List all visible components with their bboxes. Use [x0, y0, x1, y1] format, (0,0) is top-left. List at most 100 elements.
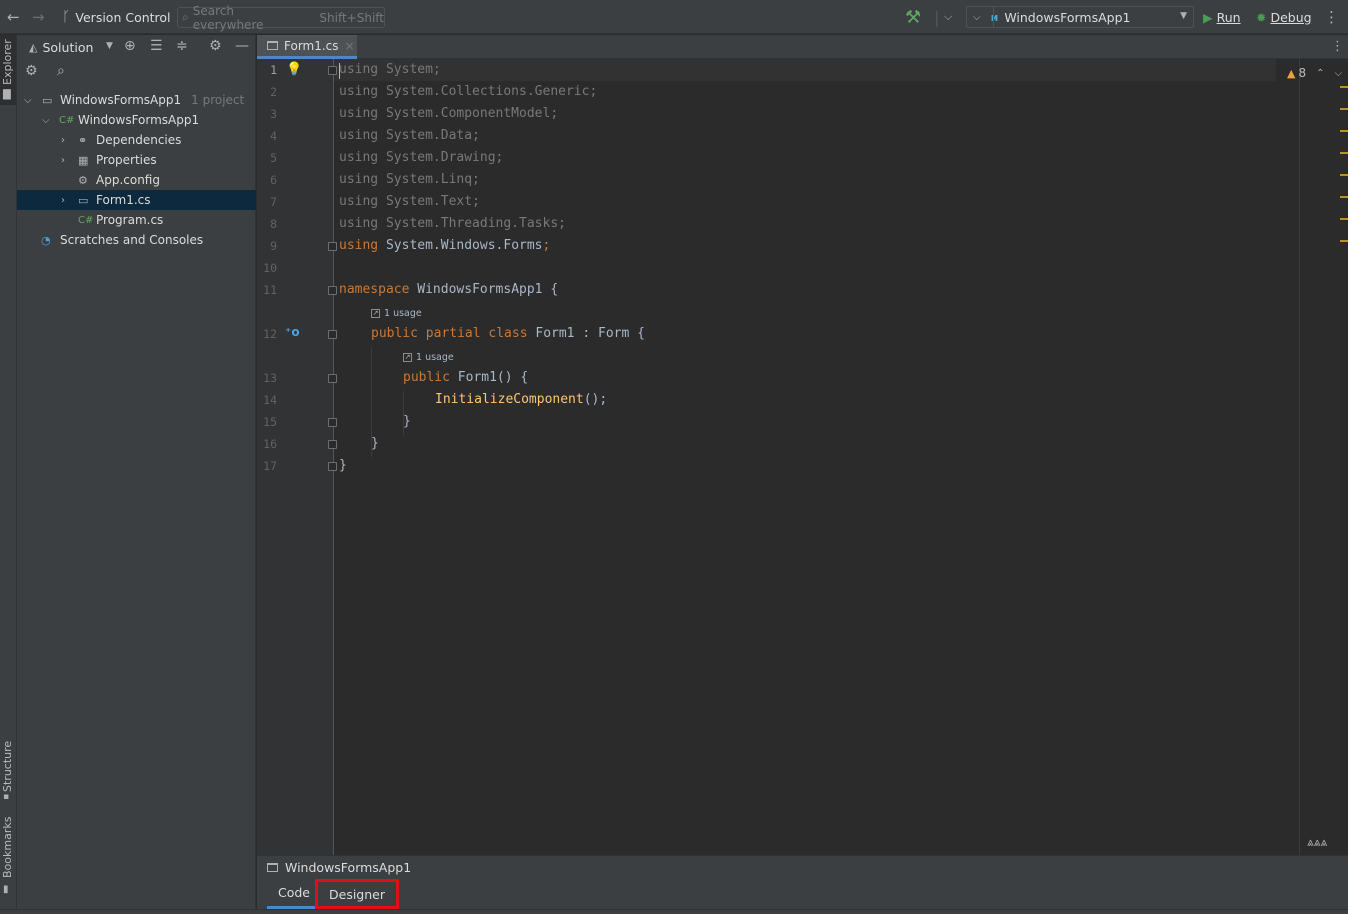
external-link-icon: ↗: [371, 309, 380, 318]
search-everywhere-field[interactable]: ⌕ Search everywhere Shift+Shift: [177, 4, 385, 32]
usage-hint-label: 1 usage: [416, 352, 454, 363]
code-line[interactable]: public Form1() {: [403, 367, 528, 389]
tree-item-scratches[interactable]: ◔ Scratches and Consoles: [17, 230, 256, 250]
warning-stripe-mark[interactable]: [1340, 152, 1348, 154]
close-icon[interactable]: ×: [345, 39, 355, 53]
tree-item-properties[interactable]: › ▦ Properties: [17, 150, 256, 170]
form-file-icon: ▭: [78, 193, 89, 207]
expand-all-icon[interactable]: ☰: [150, 38, 163, 54]
fold-marker[interactable]: [328, 66, 337, 75]
collapse-all-icon[interactable]: ≑: [176, 38, 188, 54]
form-window-icon: [267, 863, 278, 872]
usage-hint[interactable]: ↗ 1 usage: [371, 308, 422, 319]
chevron-right-icon[interactable]: ›: [61, 195, 65, 206]
code-line[interactable]: using System.Collections.Generic;: [339, 81, 597, 103]
chevron-right-icon[interactable]: ›: [61, 135, 65, 146]
tree-item-program[interactable]: C# Program.cs: [17, 210, 256, 230]
back-arrow-icon[interactable]: ←: [7, 0, 20, 34]
code-line[interactable]: using System;: [339, 59, 441, 81]
tree-item-dependencies[interactable]: › ⚭ Dependencies: [17, 130, 256, 150]
warning-stripe-mark[interactable]: [1340, 108, 1348, 110]
minimize-icon[interactable]: —: [235, 38, 249, 54]
line-number: 7: [270, 195, 277, 209]
warning-stripe-mark[interactable]: [1340, 130, 1348, 132]
designer-form-bar: WindowsFormsApp1: [257, 855, 1348, 879]
warning-stripe-mark[interactable]: [1340, 196, 1348, 198]
code-keyword: public: [403, 370, 450, 385]
warning-stripe-mark[interactable]: [1340, 174, 1348, 176]
fold-marker[interactable]: [328, 286, 337, 295]
implemented-icon[interactable]: ⁺o: [285, 325, 300, 339]
dropdown-arrow-icon[interactable]: ▼: [106, 41, 113, 51]
warning-stripe-mark[interactable]: [1340, 240, 1348, 242]
more-actions-icon[interactable]: ⋮: [1331, 39, 1344, 54]
line-number: 11: [263, 283, 277, 297]
line-number: 8: [270, 217, 277, 231]
code-line[interactable]: using System.Threading.Tasks;: [339, 213, 566, 235]
code-line[interactable]: using System.Windows.Forms;: [339, 235, 550, 257]
search-shortcut-hint: Shift+Shift: [319, 10, 384, 25]
chevron-down-icon[interactable]: ⌵: [42, 115, 50, 126]
code-line[interactable]: using System.Data;: [339, 125, 480, 147]
tab-label: Form1.cs: [284, 38, 339, 53]
bookmarks-strip-label[interactable]: Bookmarks: [1, 817, 14, 878]
fold-marker[interactable]: [328, 242, 337, 251]
code-line[interactable]: }: [403, 411, 411, 433]
code-text: ();: [583, 392, 608, 407]
tree-item-label: Scratches and Consoles: [60, 233, 204, 247]
tab-designer[interactable]: Designer: [315, 879, 399, 909]
tree-item-project[interactable]: ⌵ C# WindowsFormsApp1: [17, 110, 256, 130]
chevron-up-icon[interactable]: ⌃: [1316, 68, 1324, 79]
chevron-down-icon[interactable]: ⌵: [24, 95, 32, 106]
inspection-widget[interactable]: ▲ 8 ⌃ ⌵: [1287, 66, 1342, 80]
code-text: Form1 : Form {: [527, 326, 645, 341]
warning-count: 8: [1298, 66, 1307, 80]
fold-marker[interactable]: [328, 330, 337, 339]
usage-hint[interactable]: ↗ 1 usage: [403, 352, 454, 363]
run-button[interactable]: ▶ Run: [1203, 0, 1241, 34]
tree-item-solution[interactable]: ⌵ ▭ WindowsFormsApp1 1 project: [17, 90, 256, 110]
lightbulb-icon[interactable]: 💡: [286, 62, 302, 77]
editor-view-tabs: Code Designer: [257, 879, 1348, 909]
reader-mode-icon[interactable]: ⩓⩓⩓: [1307, 835, 1327, 850]
code-line[interactable]: }: [371, 433, 379, 455]
code-line[interactable]: using System.ComponentModel;: [339, 103, 558, 125]
code-line[interactable]: using System.Text;: [339, 191, 480, 213]
debug-button[interactable]: ✹ Debug: [1256, 0, 1312, 34]
search-icon[interactable]: ⌕: [57, 63, 65, 79]
tab-form1-cs[interactable]: Form1.cs ×: [257, 35, 357, 59]
explorer-strip-label[interactable]: Explorer: [1, 39, 14, 85]
chevron-right-icon[interactable]: ›: [61, 155, 65, 166]
warning-stripe-mark[interactable]: [1340, 86, 1348, 88]
tab-code[interactable]: Code: [267, 879, 321, 909]
run-configuration-selector[interactable]: ⌵ ᴎ WindowsFormsApp1 ▼: [966, 6, 1194, 28]
locate-target-icon[interactable]: ⊕: [124, 38, 136, 54]
structure-strip-label[interactable]: Structure: [1, 741, 14, 792]
tree-item-form1[interactable]: › ▭ Form1.cs: [17, 190, 256, 210]
toolbar-divider: |: [934, 7, 940, 27]
fold-marker[interactable]: [328, 440, 337, 449]
code-line[interactable]: using System.Drawing;: [339, 147, 503, 169]
code-line[interactable]: public partial class Form1 : Form {: [371, 323, 645, 345]
code-line[interactable]: namespace WindowsFormsApp1 {: [339, 279, 558, 301]
explorer-title[interactable]: Solution: [42, 40, 93, 55]
solution-explorer: ◭ Solution ▼ ⊕ ☰ ≑ ⚙ — ⚙ ⌕ ⌵ ▭ WindowsFo…: [17, 35, 256, 914]
more-actions-icon[interactable]: ⋮: [1324, 0, 1339, 34]
build-hammer-icon[interactable]: ⚒: [905, 0, 921, 34]
warning-stripe-mark[interactable]: [1340, 218, 1348, 220]
fold-marker[interactable]: [328, 462, 337, 471]
code-line[interactable]: InitializeComponent();: [435, 389, 607, 411]
show-files-icon[interactable]: ⚙: [25, 63, 38, 79]
code-line[interactable]: }: [339, 455, 347, 477]
fold-marker[interactable]: [328, 418, 337, 427]
chevron-down-icon[interactable]: ⌵: [1335, 68, 1343, 79]
code-line[interactable]: using System.Linq;: [339, 169, 480, 191]
gear-icon[interactable]: ⚙: [209, 38, 222, 54]
tree-item-label: Program.cs: [96, 213, 164, 227]
main-toolbar: ← → ᚴ Version Control ⌕ Search everywher…: [0, 0, 1348, 34]
version-control-menu[interactable]: ᚴ Version Control: [62, 0, 171, 34]
chevron-down-icon[interactable]: ⌵: [944, 0, 952, 34]
tree-item-app-config[interactable]: ⚙ App.config: [17, 170, 256, 190]
forward-arrow-icon[interactable]: →: [32, 0, 45, 34]
fold-marker[interactable]: [328, 374, 337, 383]
